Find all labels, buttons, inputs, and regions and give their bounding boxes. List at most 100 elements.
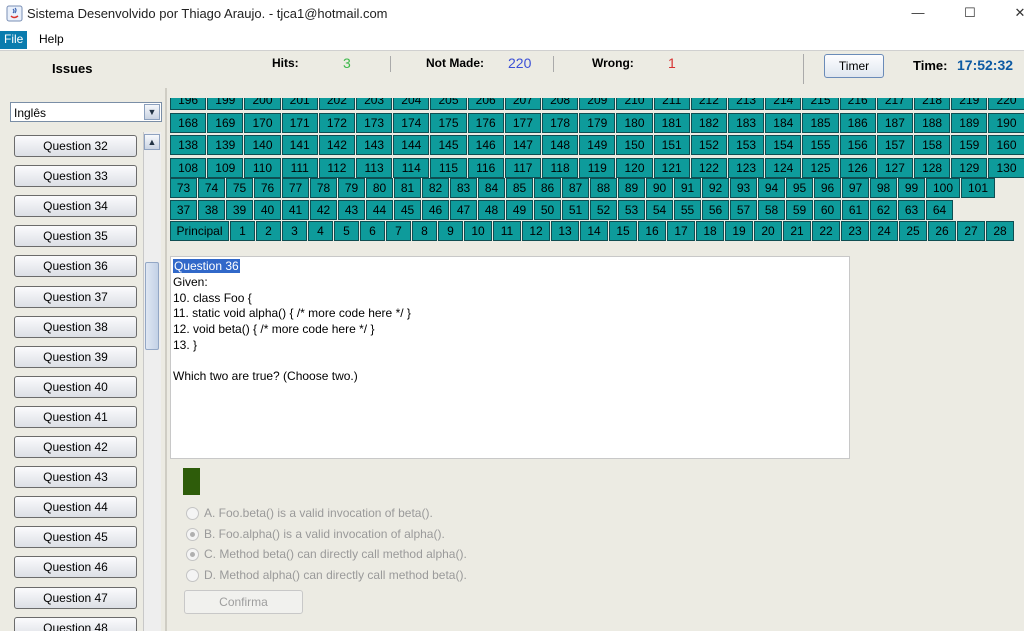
grid-cell[interactable]: 59 bbox=[786, 199, 813, 220]
grid-cell[interactable]: 38 bbox=[198, 199, 225, 220]
grid-cell[interactable]: 6 bbox=[360, 220, 385, 241]
question-list-button[interactable]: Question 38 bbox=[14, 315, 137, 338]
maximize-button[interactable]: ☐ bbox=[960, 4, 980, 22]
question-list-button[interactable]: Question 45 bbox=[14, 526, 137, 549]
grid-cell[interactable]: 153 bbox=[728, 135, 765, 155]
grid-cell[interactable]: 115 bbox=[430, 157, 467, 178]
grid-cell[interactable]: 154 bbox=[765, 135, 802, 155]
grid-cell[interactable]: 180 bbox=[616, 112, 653, 133]
grid-cell[interactable]: 216 bbox=[839, 98, 876, 110]
grid-cell[interactable]: 139 bbox=[207, 135, 244, 155]
grid-cell[interactable]: 24 bbox=[870, 220, 898, 241]
grid-cell[interactable]: 5 bbox=[334, 220, 359, 241]
question-list-button[interactable]: Question 39 bbox=[14, 345, 137, 368]
grid-cell[interactable]: 37 bbox=[170, 199, 197, 220]
grid-cell[interactable]: 45 bbox=[394, 199, 421, 220]
grid-cell[interactable]: 181 bbox=[653, 112, 690, 133]
grid-cell[interactable]: 94 bbox=[758, 177, 785, 198]
grid-cell[interactable]: 3 bbox=[282, 220, 307, 241]
grid-cell[interactable]: 210 bbox=[616, 98, 653, 110]
grid-cell[interactable]: 21 bbox=[783, 220, 811, 241]
grid-cell[interactable]: 25 bbox=[899, 220, 927, 241]
scroll-up-icon[interactable]: ▲ bbox=[144, 134, 160, 150]
grid-cell[interactable]: 56 bbox=[702, 199, 729, 220]
grid-cell[interactable]: 188 bbox=[914, 112, 951, 133]
grid-cell[interactable]: 77 bbox=[282, 177, 309, 198]
question-list-button[interactable]: Question 32 bbox=[14, 135, 137, 157]
grid-cell[interactable]: 58 bbox=[758, 199, 785, 220]
grid-cell[interactable]: 78 bbox=[310, 177, 337, 198]
question-list-button[interactable]: Question 35 bbox=[14, 225, 137, 248]
grid-cell[interactable]: 61 bbox=[842, 199, 869, 220]
question-list-button[interactable]: Question 33 bbox=[14, 165, 137, 188]
grid-cell[interactable]: 74 bbox=[198, 177, 225, 198]
grid-cell[interactable]: 211 bbox=[653, 98, 690, 110]
grid-cell[interactable]: 14 bbox=[580, 220, 608, 241]
grid-cell[interactable]: 84 bbox=[478, 177, 505, 198]
grid-cell[interactable]: 203 bbox=[356, 98, 393, 110]
grid-cell[interactable]: 82 bbox=[422, 177, 449, 198]
grid-cell[interactable]: 121 bbox=[653, 157, 690, 178]
grid-cell[interactable]: 16 bbox=[638, 220, 666, 241]
grid-cell[interactable]: 122 bbox=[690, 157, 727, 178]
menu-file[interactable]: File bbox=[0, 31, 28, 49]
grid-cell[interactable]: 80 bbox=[366, 177, 393, 198]
grid-cell[interactable]: 99 bbox=[898, 177, 925, 198]
grid-cell[interactable]: 15 bbox=[609, 220, 637, 241]
grid-cell[interactable]: 113 bbox=[356, 157, 393, 178]
grid-cell[interactable]: 155 bbox=[802, 135, 839, 155]
grid-cell[interactable]: 219 bbox=[951, 98, 988, 110]
grid-cell[interactable]: 128 bbox=[914, 157, 951, 178]
grid-cell[interactable]: 174 bbox=[393, 112, 430, 133]
grid-cell[interactable]: 159 bbox=[951, 135, 988, 155]
grid-cell[interactable]: 129 bbox=[951, 157, 988, 178]
grid-cell[interactable]: 79 bbox=[338, 177, 365, 198]
grid-cell[interactable]: 213 bbox=[728, 98, 765, 110]
grid-cell[interactable]: 184 bbox=[765, 112, 802, 133]
grid-cell[interactable]: 101 bbox=[961, 177, 995, 198]
grid-cell[interactable]: 100 bbox=[926, 177, 960, 198]
grid-cell[interactable]: 127 bbox=[876, 157, 913, 178]
grid-cell[interactable]: 118 bbox=[542, 157, 579, 178]
grid-cell[interactable]: 175 bbox=[430, 112, 467, 133]
grid-cell[interactable]: 201 bbox=[281, 98, 318, 110]
grid-cell[interactable]: 109 bbox=[207, 157, 244, 178]
grid-cell[interactable]: 28 bbox=[986, 220, 1014, 241]
grid-cell[interactable]: 199 bbox=[207, 98, 244, 110]
grid-cell[interactable]: 19 bbox=[725, 220, 753, 241]
grid-cell[interactable]: 52 bbox=[590, 199, 617, 220]
grid-cell[interactable]: 170 bbox=[244, 112, 281, 133]
grid-cell[interactable]: 46 bbox=[422, 199, 449, 220]
menu-help[interactable]: Help bbox=[35, 33, 68, 50]
grid-cell[interactable]: 17 bbox=[667, 220, 695, 241]
grid-cell[interactable]: 186 bbox=[839, 112, 876, 133]
question-list-button[interactable]: Question 44 bbox=[14, 496, 137, 519]
grid-cell[interactable]: 98 bbox=[870, 177, 897, 198]
question-list-button[interactable]: Question 36 bbox=[14, 255, 137, 278]
grid-cell[interactable]: 124 bbox=[765, 157, 802, 178]
grid-cell[interactable]: 55 bbox=[674, 199, 701, 220]
grid-cell[interactable]: 57 bbox=[730, 199, 757, 220]
grid-cell[interactable]: 187 bbox=[876, 112, 913, 133]
timer-button[interactable]: Timer bbox=[824, 54, 884, 78]
question-list-scrollbar[interactable]: ▲ bbox=[143, 132, 161, 631]
grid-cell[interactable]: 10 bbox=[464, 220, 492, 241]
grid-cell[interactable]: 112 bbox=[318, 157, 355, 178]
grid-cell[interactable]: 169 bbox=[207, 112, 244, 133]
grid-cell[interactable]: 11 bbox=[493, 220, 521, 241]
grid-cell[interactable]: 157 bbox=[876, 135, 913, 155]
grid-cell[interactable]: 12 bbox=[522, 220, 550, 241]
grid-cell[interactable]: 64 bbox=[926, 199, 953, 220]
grid-cell[interactable]: 76 bbox=[254, 177, 281, 198]
radio-button[interactable] bbox=[186, 507, 199, 520]
question-list-button[interactable]: Question 47 bbox=[14, 586, 137, 609]
close-button[interactable]: ✕ bbox=[1010, 4, 1024, 22]
grid-cell[interactable]: 89 bbox=[618, 177, 645, 198]
grid-cell[interactable]: 53 bbox=[618, 199, 645, 220]
grid-cell[interactable]: 4 bbox=[308, 220, 333, 241]
grid-cell[interactable]: 90 bbox=[646, 177, 673, 198]
grid-cell[interactable]: 176 bbox=[467, 112, 504, 133]
grid-cell[interactable]: 20 bbox=[754, 220, 782, 241]
grid-cell[interactable]: 91 bbox=[674, 177, 701, 198]
grid-cell[interactable]: 108 bbox=[170, 157, 207, 178]
